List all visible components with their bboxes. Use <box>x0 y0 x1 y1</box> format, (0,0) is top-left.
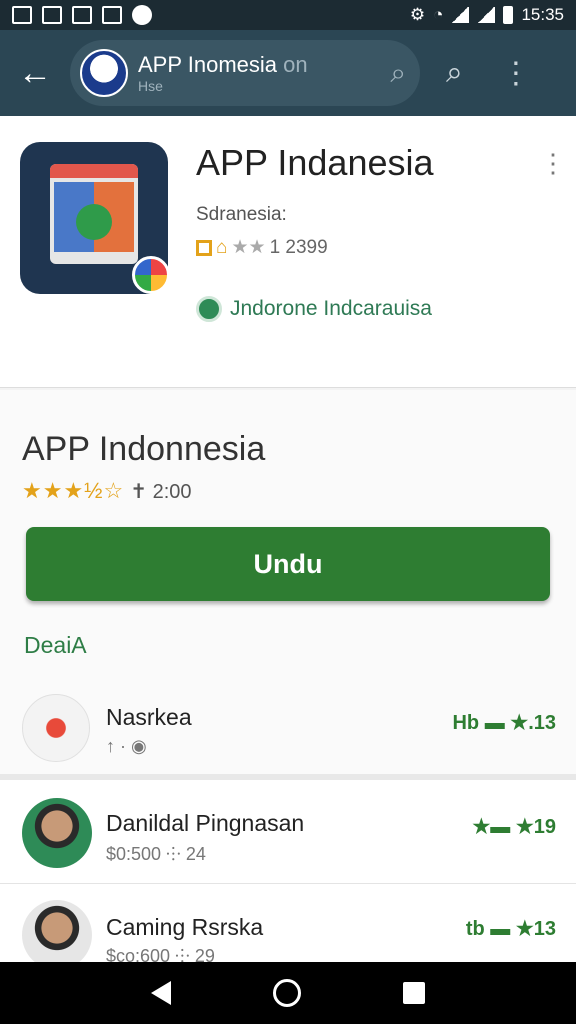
globe-icon <box>196 296 222 322</box>
rating-stars: ★★★½☆ <box>22 478 125 503</box>
developer-name: Jndorone Indcarauisa <box>230 297 432 320</box>
navigation-bar <box>0 962 576 1024</box>
list-item-meta: $0:500 ⸭ 24 <box>106 844 206 864</box>
rating-count: 1 2399 <box>269 236 328 258</box>
header-more-icon[interactable]: ⋮ <box>540 148 566 179</box>
square-icon <box>196 239 212 256</box>
star-icon: ★★ <box>231 237 266 258</box>
list-item[interactable]: Caming Rsrska $co:600 ⸭ 29 tb ▬ ★13 <box>0 884 576 970</box>
app-avatar <box>80 49 128 97</box>
list-item-avatar <box>22 900 92 970</box>
nav-home-icon[interactable] <box>273 979 301 1007</box>
list-item[interactable]: Nasrkea ↑ · ◉ Hb ▬ ★.13 <box>0 676 576 774</box>
list-item-name: Caming Rsrska <box>106 914 264 940</box>
app-bar-title: APP Inomesia on <box>138 52 308 77</box>
clock-notification-icon <box>132 5 152 25</box>
phone-icon <box>76 204 112 240</box>
nav-recents-icon[interactable] <box>403 982 425 1004</box>
chrome-badge-icon <box>132 256 170 294</box>
status-time: 15:35 <box>521 5 564 24</box>
list-item-meta: ↑ · ◉ <box>106 736 147 756</box>
settings-status-icon: ⚙ <box>409 5 426 24</box>
search-icon[interactable]: ⌕ <box>446 56 463 90</box>
pill-search-icon[interactable]: ⌕ <box>390 57 406 90</box>
app-icon <box>20 142 170 294</box>
list-item-badge: tb ▬ ★13 <box>465 918 556 940</box>
install-button[interactable]: Undu <box>26 527 550 601</box>
section-label: DeaiA <box>24 632 87 658</box>
header-subtitle: Sdranesia: <box>196 204 287 225</box>
download-count: ✝ 2:00 <box>130 480 192 503</box>
signal-2-icon <box>477 7 496 23</box>
list-item-badge: ★▬ ★19 <box>472 816 556 838</box>
app-bar-subtitle: Hse <box>138 78 163 94</box>
list-item-icon <box>22 694 90 762</box>
list-item-avatar <box>22 798 92 868</box>
header-rating: ⌂ ★★ 1 2399 <box>196 236 328 259</box>
back-arrow-icon[interactable]: ← <box>0 30 70 116</box>
nav-back-icon[interactable] <box>151 981 171 1005</box>
status-bar: ⚙ ◔ 15:35 <box>0 0 576 30</box>
header-title: APP Indanesia <box>196 142 434 183</box>
message-notification-icon <box>42 6 62 24</box>
list-item[interactable]: Danildal Pingnasan $0:500 ⸭ 24 ★▬ ★19 <box>0 780 576 884</box>
app-bar: ← APP Inomesia on Hse ⌕ ⌕ ⋮ <box>0 30 576 116</box>
app-notification-icon <box>102 6 122 24</box>
list-item-name: Nasrkea <box>106 704 192 730</box>
app-header-card: APP Indanesia ⋮ Sdranesia: ⌂ ★★ 1 2399 J… <box>0 116 576 388</box>
home-star-icon: ⌂ <box>216 236 228 258</box>
gallery-notification-icon <box>12 6 32 24</box>
list-item-badge: Hb ▬ ★.13 <box>452 712 556 734</box>
developer-link[interactable]: Jndorone Indcarauisa <box>196 296 432 322</box>
wifi-icon: ◔ <box>433 5 444 24</box>
detail-card: APP Indonnesia ★★★½☆ ✝ 2:00 Undu DeaiA <box>0 390 576 676</box>
signal-icon <box>451 7 470 23</box>
detail-rating: ★★★½☆ ✝ 2:00 <box>22 478 192 504</box>
search-pill[interactable]: APP Inomesia on Hse ⌕ <box>70 40 420 106</box>
list-item-name: Danildal Pingnasan <box>106 810 305 836</box>
image-notification-icon <box>72 6 92 24</box>
detail-title: APP Indonnesia <box>22 430 266 468</box>
battery-icon <box>503 6 514 24</box>
more-vert-icon[interactable]: ⋮ <box>501 56 531 91</box>
